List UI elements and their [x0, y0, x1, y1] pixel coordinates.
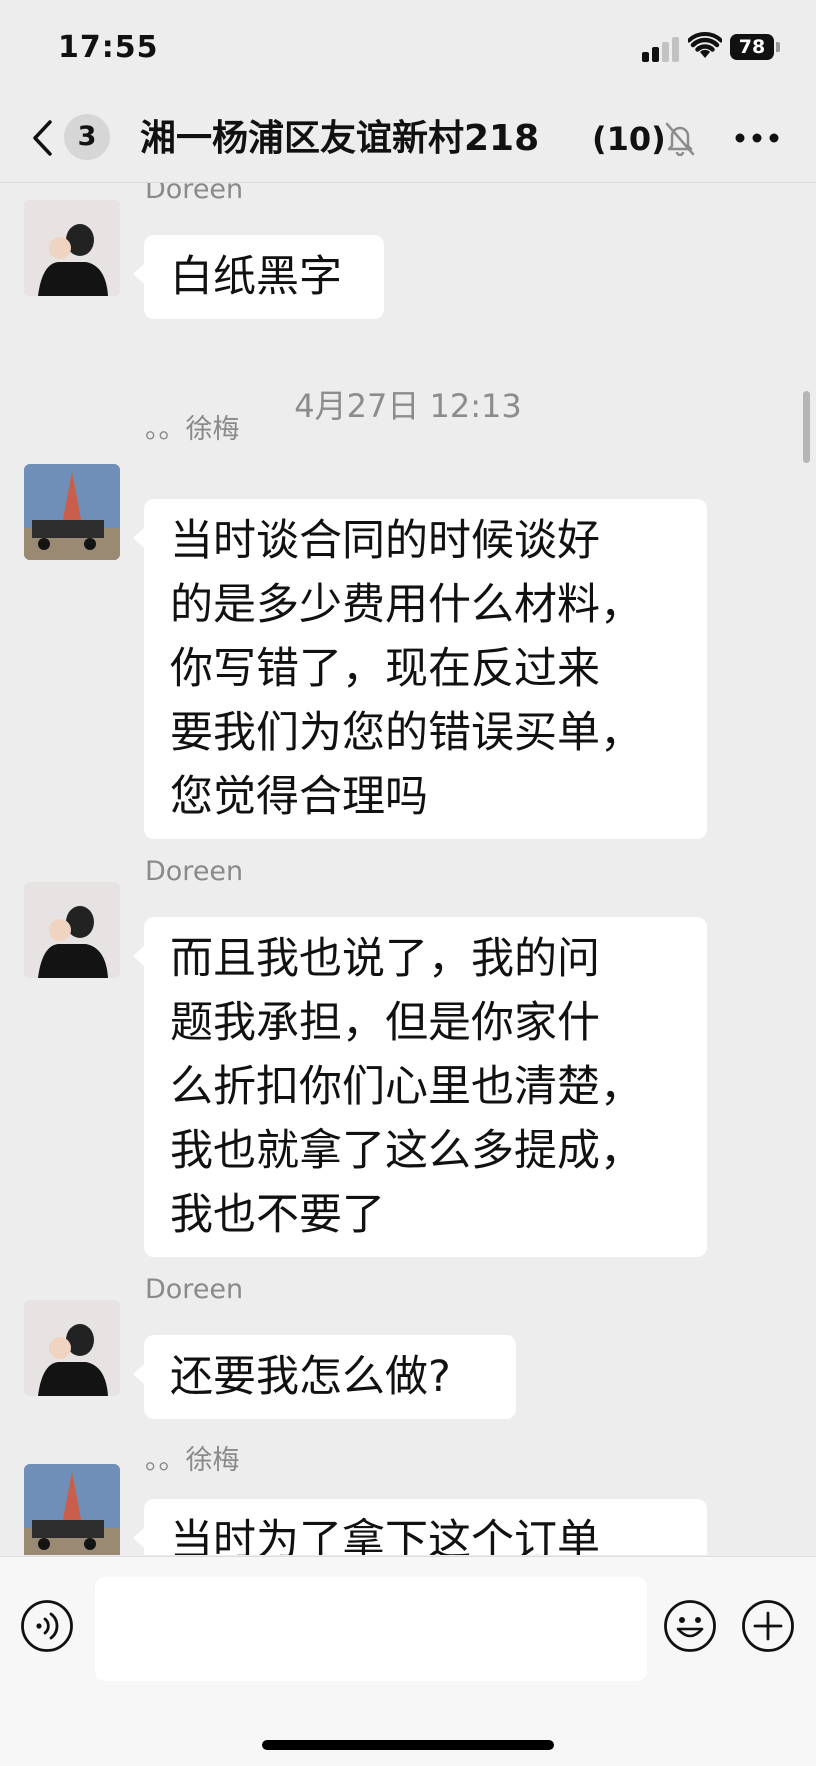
sender-name: 。。徐梅 [145, 414, 240, 445]
message-bubble[interactable]: 还要我怎么做? [133, 1335, 516, 1419]
avatar[interactable] [24, 1464, 120, 1555]
battery-tip [776, 42, 780, 52]
sender-name: Doreen [145, 1274, 244, 1305]
message-line: 我也就拿了这么多提成， [170, 1126, 643, 1176]
status-bar: 17:55 78 [0, 0, 816, 96]
cellular-signal-icon [642, 36, 682, 62]
unread-count-badge[interactable]: 3 [64, 114, 110, 160]
wifi-icon [688, 32, 722, 58]
battery-level: 78 [730, 34, 774, 60]
message-line: 白纸黑字 [170, 252, 342, 302]
voice-icon[interactable] [20, 1599, 74, 1653]
message-line: 而且我也说了，我的问 [170, 934, 600, 984]
message-line: 您觉得合理吗 [170, 772, 428, 822]
message-bubble[interactable]: 而且我也说了，我的问 题我承担，但是你家什 么折扣你们心里也清楚， 我也就拿了这… [133, 917, 707, 1257]
message-bubble[interactable]: 当时谈合同的时候谈好 的是多少费用什么材料， 你写错了，现在反过来 要我们为您的… [133, 499, 707, 839]
input-bar [0, 1556, 816, 1766]
avatar[interactable] [24, 464, 120, 560]
ellipsis-icon[interactable] [734, 130, 780, 146]
sender-name: Doreen [145, 183, 244, 205]
avatar[interactable] [24, 200, 120, 296]
scrollbar-thumb[interactable] [803, 391, 810, 463]
message-bubble[interactable]: 当时为了拿下这个订单 [133, 1499, 707, 1555]
avatar[interactable] [24, 882, 120, 978]
message-bubble[interactable]: 白纸黑字 [133, 235, 384, 319]
home-indicator [262, 1740, 554, 1750]
smiley-icon[interactable] [663, 1599, 717, 1653]
message-line: 题我承担，但是你家什 [170, 998, 600, 1048]
message-line: 当时为了拿下这个订单 [170, 1516, 600, 1555]
timestamp: 4月27日 12:13 [294, 387, 522, 425]
chat-title[interactable]: 湘一杨浦区友谊新村218 [140, 114, 578, 164]
member-count: (10) [592, 120, 666, 158]
plus-circle-icon[interactable] [741, 1599, 795, 1653]
chevron-left-icon[interactable] [28, 118, 58, 158]
sender-name: Doreen [145, 856, 244, 887]
message-line: 还要我怎么做? [170, 1352, 451, 1402]
message-line: 要我们为您的错误买单， [170, 708, 643, 758]
message-line: 我也不要了 [170, 1190, 385, 1240]
message-line: 你写错了，现在反过来 [170, 644, 600, 694]
message-list[interactable]: Doreen 白纸黑字 4月27日 12:13 。。徐梅 当时谈合同的时候谈好 … [0, 183, 816, 1555]
message-line: 当时谈合同的时候谈好 [170, 516, 600, 566]
sender-name: 。。徐梅 [145, 1445, 240, 1476]
message-input[interactable] [95, 1577, 647, 1681]
status-time: 17:55 [58, 30, 159, 65]
message-line: 的是多少费用什么材料， [170, 580, 643, 630]
message-line: 么折扣你们心里也清楚， [170, 1062, 643, 1112]
chat-header: 3 湘一杨浦区友谊新村218 (10) [0, 96, 816, 183]
bell-slash-icon [665, 122, 695, 156]
avatar[interactable] [24, 1300, 120, 1396]
